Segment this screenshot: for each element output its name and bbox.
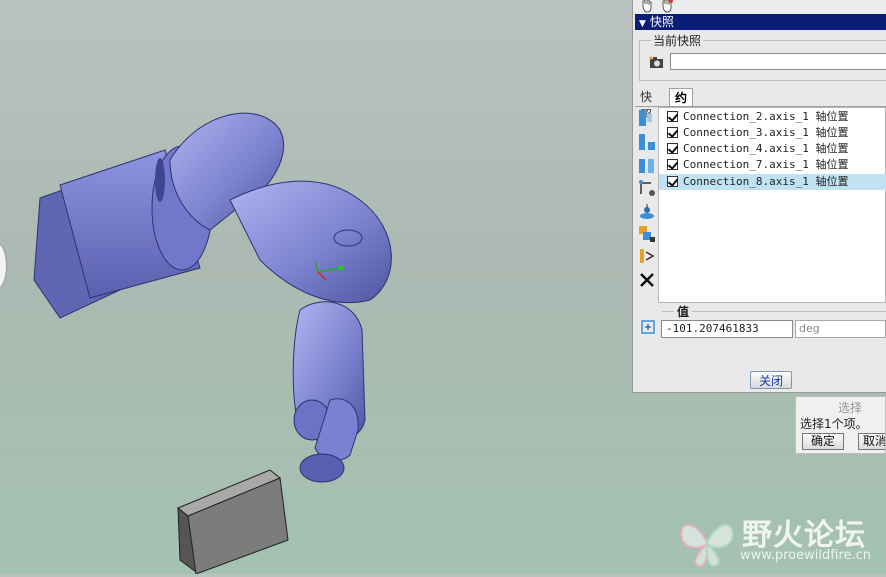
constraint-label: Connection_8.axis_1 轴位置 xyxy=(683,175,849,188)
list-item[interactable]: Connection_4.axis_1 轴位置 xyxy=(659,141,886,157)
hand-icon-alt[interactable] xyxy=(659,0,675,13)
gravity-icon[interactable] xyxy=(637,202,657,222)
lock-icon[interactable] xyxy=(637,224,657,244)
hand-icon[interactable] xyxy=(639,0,655,13)
select-dialog: 选择 选择1个项。 确定 取消 xyxy=(795,396,886,454)
select-hint: 选择1个项。 xyxy=(800,417,868,431)
close-button[interactable]: 关闭 xyxy=(750,371,792,389)
delete-icon[interactable] xyxy=(637,270,657,290)
list-item[interactable]: Connection_3.axis_1 轴位置 xyxy=(659,125,886,141)
current-snapshot-label: 当前快照 xyxy=(651,32,704,49)
tab-snapshot[interactable]: 快照 xyxy=(635,88,657,122)
robot-forearm xyxy=(292,301,366,483)
drag-point-icon[interactable] xyxy=(637,178,657,198)
constraint-checkbox[interactable] xyxy=(667,143,678,154)
constraint-checkbox[interactable] xyxy=(667,159,678,170)
unit-field: deg xyxy=(795,320,886,338)
cancel-button[interactable]: 取消 xyxy=(858,433,885,450)
value-icon[interactable] xyxy=(639,318,657,336)
constraint-checkbox[interactable] xyxy=(667,127,678,138)
butterfly-logo-icon xyxy=(680,524,734,568)
forum-watermark: 野火论坛 www.proewildfire.cn xyxy=(674,508,886,574)
constraint-label: Connection_2.axis_1 轴位置 xyxy=(683,110,849,123)
select-title: 选择 xyxy=(838,401,863,415)
ok-button[interactable]: 确定 xyxy=(802,433,844,450)
camera-icon[interactable] xyxy=(649,56,665,70)
list-item[interactable]: Connection_7.axis_1 轴位置 xyxy=(659,157,886,173)
collapse-triangle-icon[interactable]: ▼ xyxy=(639,16,646,32)
parallel-icon[interactable] xyxy=(637,156,657,176)
constraint-label: Connection_7.axis_1 轴位置 xyxy=(683,158,849,171)
motion-icon[interactable] xyxy=(637,246,657,266)
panel-title-bar[interactable]: ▼ 快照 xyxy=(635,14,886,30)
work-box xyxy=(177,469,289,575)
value-input[interactable]: -101.207461833 xyxy=(661,320,793,338)
robot-upper-arm xyxy=(169,112,392,304)
constraint-checkbox[interactable] xyxy=(667,111,678,122)
constraint-label: Connection_4.axis_1 轴位置 xyxy=(683,142,849,155)
constraint-checkbox[interactable] xyxy=(667,176,678,187)
value-label: 值 xyxy=(674,303,693,320)
tab-constraints[interactable]: 约束 xyxy=(669,88,694,123)
constraint-label: Connection_3.axis_1 轴位置 xyxy=(683,126,849,139)
list-item-selected[interactable]: Connection_8.axis_1 轴位置 xyxy=(659,174,886,190)
align-icon[interactable] xyxy=(637,108,657,128)
panel-toolbar xyxy=(633,0,886,14)
snapshot-name-input[interactable] xyxy=(670,53,886,70)
panel-title: 快照 xyxy=(649,15,674,29)
list-item[interactable]: Connection_2.axis_1 轴位置 xyxy=(659,109,886,125)
watermark-url: www.proewildfire.cn xyxy=(740,548,871,563)
mate-icon[interactable] xyxy=(637,132,657,152)
constraint-list: Connection_2.axis_1 轴位置 Connection_3.axi… xyxy=(658,107,886,303)
